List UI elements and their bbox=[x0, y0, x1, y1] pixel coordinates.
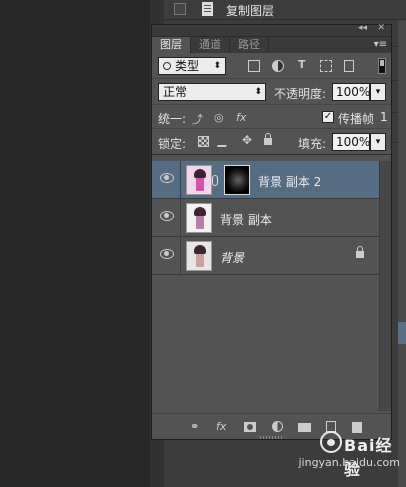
opacity-input[interactable]: 100% bbox=[332, 83, 370, 101]
add-mask-icon[interactable] bbox=[244, 422, 256, 432]
opacity-label: 不透明度: bbox=[274, 87, 327, 101]
lock-all-icon[interactable] bbox=[264, 133, 272, 145]
history-checkbox[interactable] bbox=[174, 3, 186, 15]
tab-layers[interactable]: 图层 bbox=[152, 37, 191, 53]
fx-button[interactable]: fx bbox=[216, 420, 226, 433]
tab-paths[interactable]: 路径 bbox=[230, 37, 269, 53]
right-edge-panel bbox=[398, 0, 406, 487]
frame-number: 1 bbox=[380, 110, 388, 124]
chevron-updown-icon: ⬍ bbox=[254, 87, 262, 97]
panel-menu-icon[interactable]: ▾≡ bbox=[374, 37, 387, 53]
blend-row: 正常 ⬍ 不透明度: 100% ▾ bbox=[152, 79, 391, 105]
layer-name[interactable]: 背景 副本 bbox=[220, 211, 272, 228]
image-filter-icon[interactable] bbox=[248, 60, 260, 72]
eye-icon[interactable] bbox=[160, 249, 174, 259]
layer-row[interactable]: 背景 副本 2 bbox=[152, 161, 380, 199]
shape-filter-icon[interactable] bbox=[320, 60, 332, 72]
search-icon bbox=[163, 62, 171, 70]
unify-visibility-icon[interactable]: ◎ bbox=[214, 111, 224, 124]
adjustment-layer-icon[interactable] bbox=[272, 421, 283, 432]
layer-thumbnail[interactable] bbox=[186, 241, 212, 271]
lock-row: 锁定: ✥ 填充: 100% ▾ bbox=[152, 129, 391, 155]
propagate-label: 传播帧 bbox=[338, 112, 375, 126]
paw-icon bbox=[320, 431, 342, 453]
unify-row: 统一: ⤴ ◎ fx ✓ 传播帧 1 bbox=[152, 105, 391, 129]
panel-titlebar: ◂◂ ✕ bbox=[152, 23, 391, 37]
history-label: 复制图层 bbox=[226, 4, 275, 18]
filter-toggle-icon[interactable] bbox=[378, 58, 386, 74]
tab-channels[interactable]: 通道 bbox=[191, 37, 230, 53]
panel-tabs: 图层 通道 路径 ▾≡ bbox=[152, 37, 391, 53]
adjustment-filter-icon[interactable] bbox=[272, 60, 284, 72]
watermark-url: jingyan.baidu.com bbox=[298, 456, 400, 469]
propagate-checkbox[interactable]: ✓ bbox=[322, 111, 334, 123]
eye-icon[interactable] bbox=[160, 211, 174, 221]
close-icon[interactable]: ✕ bbox=[377, 23, 385, 33]
layer-name[interactable]: 背景 副本 2 bbox=[258, 173, 321, 190]
chevron-updown-icon: ⬍ bbox=[213, 61, 221, 71]
layer-list: 背景 副本 2 背景 副本 背景 bbox=[152, 161, 380, 411]
fill-input[interactable]: 100% bbox=[332, 133, 370, 151]
layer-name[interactable]: 背景 bbox=[220, 249, 244, 266]
history-row[interactable]: 复制图层 bbox=[164, 0, 406, 20]
layer-thumbnail[interactable] bbox=[186, 203, 212, 233]
lock-position-icon[interactable]: ✥ bbox=[242, 133, 253, 147]
lock-transparent-pixels-icon[interactable] bbox=[198, 136, 209, 147]
baidu-watermark: Bai经验 bbox=[320, 431, 400, 479]
double-arrow-icon[interactable]: ◂◂ bbox=[358, 23, 367, 33]
eye-icon[interactable] bbox=[160, 173, 174, 183]
layer-mask-thumbnail[interactable] bbox=[224, 165, 250, 195]
link-icon[interactable]: ⚭ bbox=[190, 420, 199, 433]
smart-object-filter-icon[interactable] bbox=[344, 60, 354, 72]
group-folder-icon[interactable] bbox=[298, 423, 311, 432]
layers-panel: ◂◂ ✕ 图层 通道 路径 ▾≡ 类型 ⬍ T 正常 ⬍ 不透明度: 100% … bbox=[151, 23, 392, 440]
lock-icon bbox=[356, 246, 364, 258]
unify-position-icon[interactable]: ⤴ bbox=[192, 111, 203, 127]
fill-label: 填充: bbox=[298, 137, 327, 151]
blend-mode-value: 正常 bbox=[163, 85, 188, 99]
document-icon bbox=[202, 2, 213, 16]
layer-row[interactable]: 背景 副本 bbox=[152, 199, 380, 237]
unify-label: 统一: bbox=[158, 112, 187, 126]
filter-kind-select[interactable]: 类型 ⬍ bbox=[158, 57, 226, 75]
layer-thumbnail[interactable] bbox=[186, 165, 212, 195]
filter-row: 类型 ⬍ T bbox=[152, 53, 391, 79]
left-canvas-area bbox=[0, 0, 150, 487]
opacity-dropdown-button[interactable]: ▾ bbox=[370, 83, 386, 101]
layer-row[interactable]: 背景 bbox=[152, 237, 380, 275]
unify-style-icon[interactable]: fx bbox=[236, 111, 246, 124]
lock-label: 锁定: bbox=[158, 137, 187, 151]
filter-kind-value: 类型 bbox=[175, 59, 200, 73]
text-filter-icon[interactable]: T bbox=[298, 58, 310, 71]
blend-mode-select[interactable]: 正常 ⬍ bbox=[158, 83, 266, 101]
layer-list-scrollbar[interactable] bbox=[379, 161, 391, 411]
lock-image-pixels-icon[interactable] bbox=[216, 136, 233, 147]
fill-dropdown-button[interactable]: ▾ bbox=[370, 133, 386, 151]
resize-grip[interactable] bbox=[260, 436, 284, 439]
link-chain-icon[interactable] bbox=[212, 175, 218, 186]
